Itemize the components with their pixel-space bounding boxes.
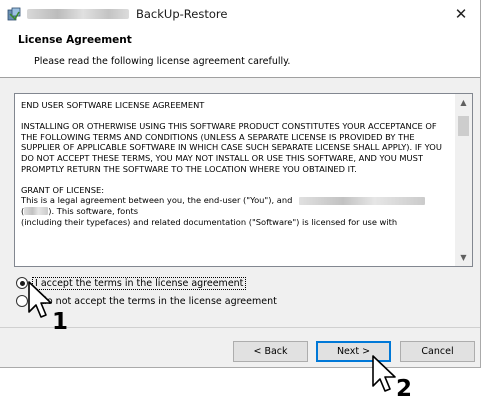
license-text: END USER SOFTWARE LICENSE AGREEMENT INST… <box>21 100 455 227</box>
header-banner: License Agreement Please read the follow… <box>0 30 480 78</box>
blurred-short-name <box>24 207 49 216</box>
installer-app-icon <box>7 7 21 21</box>
license-text-box[interactable]: END USER SOFTWARE LICENSE AGREEMENT INST… <box>14 93 473 267</box>
scroll-thumb[interactable] <box>458 116 469 136</box>
grant-line: This is a legal agreement between you, t… <box>21 195 455 206</box>
back-button[interactable]: < Back <box>233 341 308 362</box>
scroll-down-arrow-icon[interactable]: ▼ <box>455 249 472 266</box>
step-number-2: 2 <box>396 376 413 402</box>
blurred-company-name <box>298 196 425 205</box>
title-bar[interactable]: BackUp-Restore ✕ <box>0 0 480 30</box>
license-title-line: END USER SOFTWARE LICENSE AGREEMENT <box>21 100 205 110</box>
cancel-button[interactable]: Cancel <box>400 341 475 362</box>
grant-line-text: This is a legal agreement between you, t… <box>21 195 293 206</box>
page-subtitle: Please read the following license agreem… <box>34 56 291 67</box>
grant-line-text: ). This software, fonts <box>48 205 139 216</box>
decline-option[interactable]: I do not accept the terms in the license… <box>16 294 279 308</box>
installer-window: BackUp-Restore ✕ License Agreement Pleas… <box>0 0 481 368</box>
grant-line: (). This software, fonts <box>21 206 455 217</box>
vertical-scrollbar[interactable]: ▲ ▼ <box>455 94 472 266</box>
page-title: License Agreement <box>18 34 132 46</box>
decline-label[interactable]: I do not accept the terms in the license… <box>33 296 279 307</box>
window-title: BackUp-Restore <box>136 7 228 21</box>
grant-heading: GRANT OF LICENSE: <box>21 184 105 195</box>
button-separator <box>0 327 480 328</box>
license-paragraph: INSTALLING OR OTHERWISE USING THIS SOFTW… <box>21 121 442 174</box>
accept-label[interactable]: I accept the terms in the license agreem… <box>31 276 247 290</box>
mouse-pointer-icon <box>372 355 396 392</box>
scroll-up-arrow-icon[interactable]: ▲ <box>455 94 472 111</box>
step-number-1: 1 <box>52 309 69 335</box>
close-icon[interactable]: ✕ <box>452 5 470 23</box>
blurred-product-name <box>27 9 129 19</box>
mouse-pointer-icon <box>28 281 52 318</box>
grant-line: (including their typefaces) and related … <box>21 216 398 227</box>
